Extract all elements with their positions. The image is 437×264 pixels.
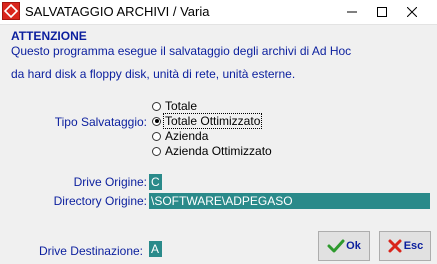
radio-button[interactable] xyxy=(152,131,161,141)
radio-option-azienda[interactable]: Azienda xyxy=(152,128,209,144)
source-drive-label: Drive Origine: xyxy=(73,175,147,189)
close-button[interactable] xyxy=(398,0,426,24)
cancel-button-label: Esc xyxy=(403,240,424,252)
cancel-button[interactable]: Esc xyxy=(379,231,431,261)
maximize-icon xyxy=(377,7,387,17)
message-line-2: da hard disk a floppy disk, unità di ret… xyxy=(11,67,296,81)
radio-label: Azienda xyxy=(165,129,209,143)
title-bar: SALVATAGGIO ARCHIVI / Varia xyxy=(0,0,437,25)
backup-dialog: SALVATAGGIO ARCHIVI / Varia ATTENZIONE Q… xyxy=(0,0,437,264)
cancel-x-icon xyxy=(388,239,402,253)
backup-type-label: Tipo Salvataggio: xyxy=(54,115,147,129)
radio-button[interactable] xyxy=(152,101,161,111)
radio-label: Totale xyxy=(165,99,198,113)
ok-button[interactable]: Ok xyxy=(318,231,370,261)
ok-button-label: Ok xyxy=(346,240,361,252)
radio-button-selected[interactable] xyxy=(152,116,161,126)
warning-heading: ATTENZIONE xyxy=(11,29,87,43)
source-directory-label: Directory Origine: xyxy=(53,194,147,208)
radio-label: Totale Ottimizzato xyxy=(162,113,263,129)
radio-label: Azienda Ottimizzato xyxy=(165,144,272,158)
destination-drive-label: Drive Destinazione: xyxy=(38,244,143,258)
radio-option-totale-ottimizzato[interactable]: Totale Ottimizzato xyxy=(152,113,263,129)
minimize-button[interactable] xyxy=(338,0,366,24)
message-line-1: Questo programma esegue il salvataggio d… xyxy=(11,44,352,58)
radio-option-azienda-ottimizzato[interactable]: Azienda Ottimizzato xyxy=(152,143,273,159)
destination-drive-field[interactable]: A xyxy=(149,241,162,257)
app-icon xyxy=(2,2,20,20)
source-directory-field[interactable]: \SOFTWARE\ADPEGASO xyxy=(149,193,430,209)
checkmark-icon xyxy=(327,239,345,253)
maximize-button[interactable] xyxy=(368,0,396,24)
dialog-body: ATTENZIONE Questo programma esegue il sa… xyxy=(0,24,437,264)
window-title: SALVATAGGIO ARCHIVI / Varia xyxy=(25,4,210,19)
radio-button[interactable] xyxy=(152,146,161,156)
radio-option-totale[interactable]: Totale xyxy=(152,98,198,114)
close-icon xyxy=(407,7,417,17)
minimize-icon xyxy=(347,11,357,13)
source-drive-field[interactable]: C xyxy=(149,174,162,190)
